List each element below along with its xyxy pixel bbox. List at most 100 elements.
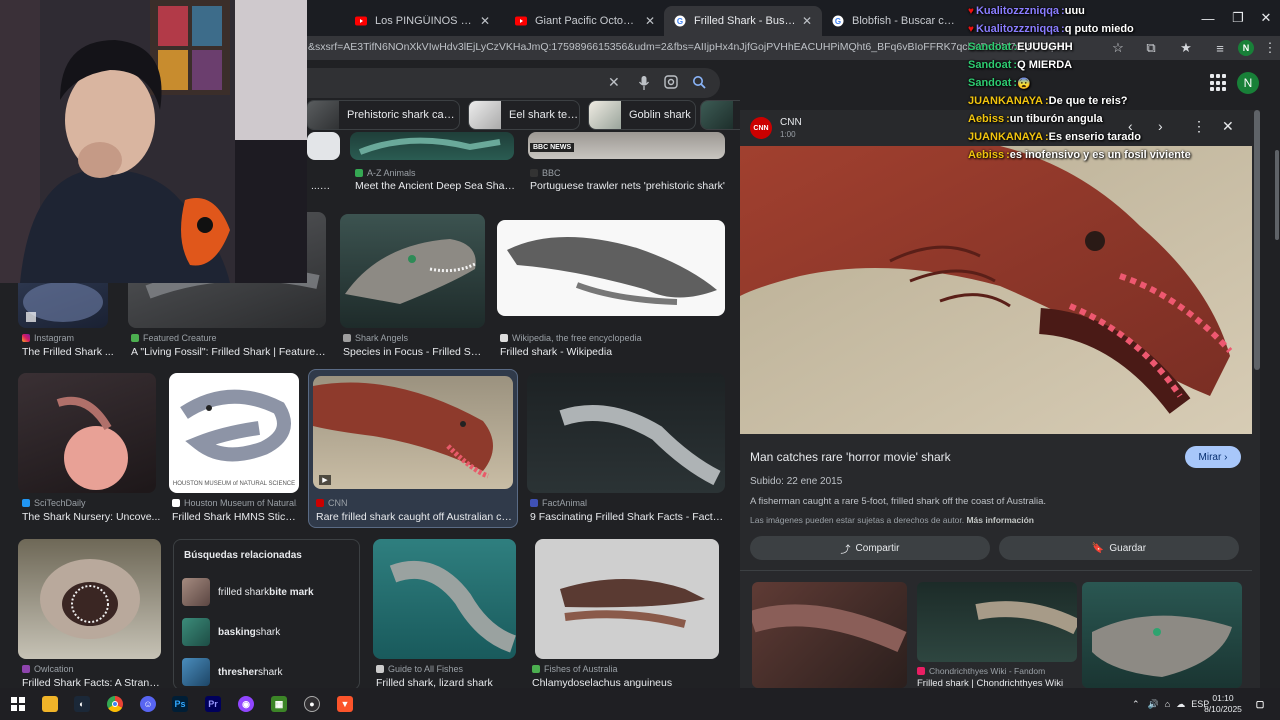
related-title[interactable]: Frilled shark | Chondrichthyes Wiki xyxy=(917,678,1077,688)
more-info-link[interactable]: Más información xyxy=(966,515,1034,525)
brave-icon[interactable]: ▼ xyxy=(337,696,353,712)
tab-octopus[interactable]: Giant Pacific Octopu - YouTube ✕ xyxy=(505,6,665,36)
bookmark-icon: 🔖 xyxy=(1091,542,1105,554)
result-image[interactable] xyxy=(527,373,725,493)
result-image[interactable] xyxy=(340,214,485,328)
result-title[interactable]: A "Living Fossil": Frilled Shark | Featu… xyxy=(131,346,326,358)
result-source: Fishes of Australia xyxy=(532,664,717,674)
chat-text: Es enserio tarado xyxy=(1048,131,1141,143)
related-image[interactable] xyxy=(752,582,907,688)
related-thumbnail xyxy=(182,618,210,646)
related-search-basking[interactable]: basking​ shark xyxy=(174,612,360,652)
result-image[interactable] xyxy=(18,373,156,493)
tab-pinguinos[interactable]: Los PINGÜINOS son PSICOPATAS ✕ xyxy=(345,6,500,36)
shark-photo xyxy=(975,601,1077,635)
obs-icon[interactable]: ● xyxy=(304,696,320,712)
result-title[interactable]: Meet the Ancient Deep Sea Shark ... xyxy=(355,180,515,192)
volume-icon[interactable]: 🔊 xyxy=(1148,699,1159,710)
twitch-icon[interactable]: ◉ xyxy=(238,696,254,712)
chat-text: uuu xyxy=(1064,5,1085,17)
chat-username: Aebiss xyxy=(968,149,1005,161)
google-icon: G xyxy=(674,15,686,27)
shark-photo xyxy=(1092,615,1232,677)
result-image[interactable] xyxy=(373,539,516,659)
source-favicon xyxy=(22,665,30,673)
system-clock[interactable]: 01:10 8/10/2025 xyxy=(1200,693,1246,715)
lens-icon[interactable] xyxy=(664,75,678,89)
photoshop-icon[interactable]: Ps xyxy=(172,696,188,712)
chat-username: JUANKANAYA xyxy=(968,95,1043,107)
fandom-icon xyxy=(917,667,925,675)
page-scrollbar[interactable] xyxy=(1275,150,1279,240)
result-title[interactable]: The Frilled Shark ... xyxy=(22,346,122,358)
search-input[interactable]: ✕ xyxy=(300,68,720,98)
shark-illustration xyxy=(507,236,717,305)
minecraft-icon[interactable]: ▦ xyxy=(271,696,287,712)
related-source: Chondrichthyes Wiki - Fandom xyxy=(917,666,1045,676)
result-image[interactable] xyxy=(497,220,725,316)
result-title[interactable]: Frilled shark, lizard shark xyxy=(376,677,516,688)
result-title[interactable]: ...e sh... xyxy=(311,180,336,192)
result-image[interactable]: HOUSTON MUSEUM of NATURAL SCIENCE xyxy=(169,373,299,493)
chat-username: JUANKANAYA xyxy=(968,131,1043,143)
chip-prehistoric-shark[interactable]: Prehistoric shark caught xyxy=(306,100,460,130)
shark-photo xyxy=(389,560,516,653)
result-title[interactable]: 9 Fascinating Frilled Shark Facts - Fact… xyxy=(530,511,725,523)
share-icon: ⤴ xyxy=(840,544,851,556)
result-title[interactable]: Frilled shark - Wikipedia xyxy=(500,346,725,358)
tray-chevron-icon[interactable]: ⌃ xyxy=(1132,699,1140,710)
related-image[interactable] xyxy=(1082,582,1242,688)
watch-button[interactable]: Mirar › xyxy=(1185,446,1241,468)
chip-goblin-shark[interactable]: Goblin shark xyxy=(588,100,696,130)
result-title[interactable]: Chlamydoselachus anguineus xyxy=(532,677,717,688)
preview-source[interactable]: CNN xyxy=(780,117,802,128)
close-tab-icon[interactable]: ✕ xyxy=(480,14,490,28)
copyright-note: Las imágenes pueden estar sujetas a dere… xyxy=(750,515,1034,525)
tab-blobfish[interactable]: G Blobfish - Buscar con Google xyxy=(822,6,967,36)
related-search-thresher[interactable]: thresher​ shark xyxy=(174,652,360,688)
close-tab-icon[interactable]: ✕ xyxy=(802,14,812,28)
microphone-icon[interactable] xyxy=(638,75,650,91)
file-explorer-icon[interactable] xyxy=(42,696,58,712)
related-search-bite-mark[interactable]: frilled shark ​bite mark xyxy=(174,572,360,612)
chat-message: Aebiss: un tiburón angula xyxy=(968,113,1103,125)
related-image[interactable] xyxy=(917,582,1077,662)
premiere-icon[interactable]: Pr xyxy=(205,696,221,712)
source-favicon xyxy=(22,499,30,507)
chip-eel-shark-teeth[interactable]: Eel shark teeth xyxy=(468,100,580,130)
search-icon[interactable] xyxy=(692,75,706,89)
result-title[interactable]: Species in Focus - Frilled Sh... xyxy=(343,346,483,358)
result-title[interactable]: Rare frilled shark caught off Australian… xyxy=(316,511,514,523)
onedrive-icon[interactable]: ☁ xyxy=(1176,699,1185,710)
tab-frilled-shark[interactable]: G Frilled Shark - Buscar con Google ✕ xyxy=(664,6,822,36)
notifications-icon[interactable]: ▢ xyxy=(1252,696,1268,712)
svg-text:G: G xyxy=(677,17,683,26)
shark-mouth-photo xyxy=(40,559,140,639)
result-image[interactable] xyxy=(18,539,161,659)
windows-start-icon[interactable] xyxy=(10,696,26,712)
result-title[interactable]: Frilled Shark Facts: A Strang... xyxy=(22,677,162,688)
result-image[interactable]: BBC NEWS xyxy=(528,132,725,159)
result-image-selected[interactable]: ▶ xyxy=(313,376,513,489)
preview-title[interactable]: Man catches rare 'horror movie' shark xyxy=(750,450,951,464)
chrome-icon[interactable] xyxy=(107,696,123,712)
save-button[interactable]: 🔖 Guardar xyxy=(999,536,1239,560)
steam-icon[interactable]: ◐ xyxy=(74,696,90,712)
result-image[interactable] xyxy=(350,132,514,160)
close-tab-icon[interactable]: ✕ xyxy=(645,14,655,28)
result-image[interactable] xyxy=(535,539,719,659)
preview-image[interactable] xyxy=(740,146,1252,434)
network-icon[interactable]: ⌂ xyxy=(1165,699,1170,709)
clock-time: 01:10 xyxy=(1212,693,1234,703)
result-image[interactable] xyxy=(307,132,340,160)
source-favicon xyxy=(131,334,139,342)
result-title[interactable]: Frilled Shark HMNS Sticke... xyxy=(172,511,297,523)
subscriber-badge-icon: ♥ xyxy=(968,23,974,35)
related-search-chips: Prehistoric shark caught Eel shark teeth… xyxy=(300,100,740,132)
result-title[interactable]: The Shark Nursery: Uncove... xyxy=(22,511,162,523)
result-title[interactable]: Portuguese trawler nets 'prehistoric sha… xyxy=(530,180,725,192)
discord-icon[interactable]: ☺ xyxy=(140,696,156,712)
clear-search-icon[interactable]: ✕ xyxy=(608,74,620,91)
chip-more[interactable] xyxy=(700,100,740,130)
share-button[interactable]: ⤴ Compartir xyxy=(750,536,990,560)
